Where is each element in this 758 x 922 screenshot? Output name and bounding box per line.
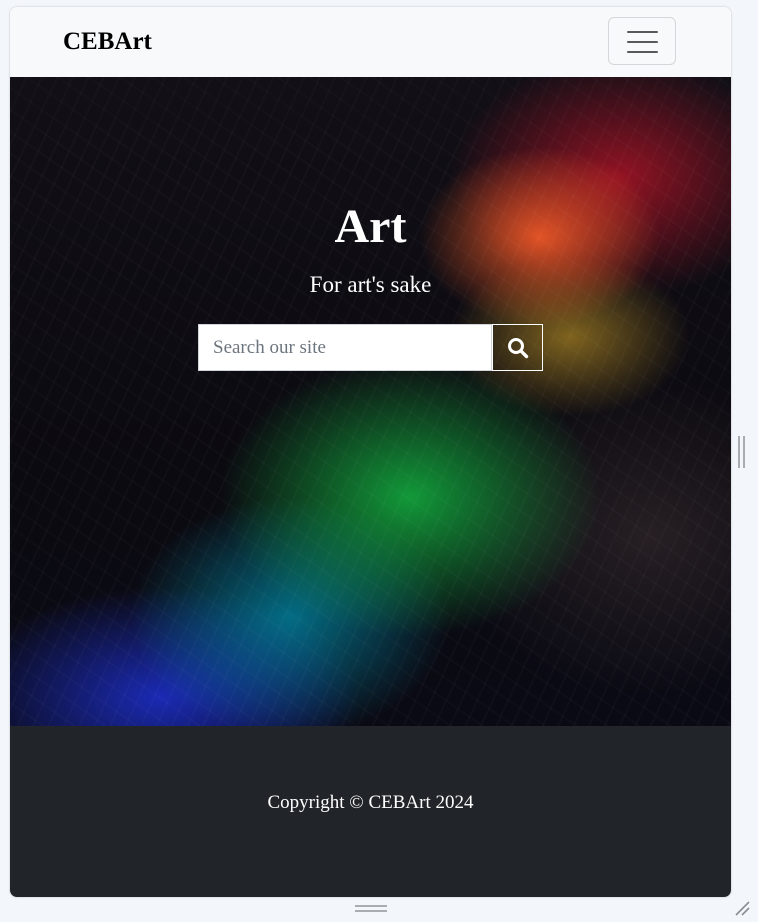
hero-title: Art	[334, 200, 407, 253]
footer-copyright: Copyright © CEBArt 2024	[267, 792, 474, 813]
search-form	[198, 324, 544, 371]
navbar-toggler-button[interactable]	[608, 17, 676, 65]
browser-viewport: CEBArt Art For art's sake Copyright © CE…	[9, 6, 732, 898]
search-button[interactable]	[492, 324, 543, 371]
hero-section: Art For art's sake	[10, 77, 731, 726]
resize-corner-icon[interactable]	[733, 899, 751, 917]
search-icon	[508, 338, 529, 359]
search-input[interactable]	[198, 324, 492, 371]
hamburger-menu-icon	[627, 30, 658, 54]
hero-subtitle: For art's sake	[309, 272, 432, 297]
resize-handle-right[interactable]	[738, 436, 746, 468]
footer: Copyright © CEBArt 2024	[10, 726, 731, 897]
resize-handle-bottom[interactable]	[355, 905, 387, 913]
hero-background-image	[10, 77, 731, 726]
brand-link[interactable]: CEBArt	[63, 27, 152, 57]
navbar: CEBArt	[10, 7, 731, 77]
